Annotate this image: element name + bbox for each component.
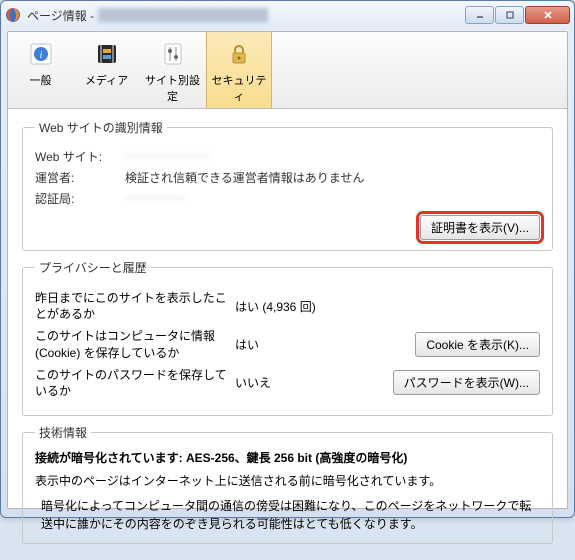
encryption-sub: 表示中のページはインターネット上に送信される前に暗号化されています。 bbox=[35, 472, 540, 489]
window: ページ情報 - ████████████████████ i 一般 メディア サ… bbox=[0, 0, 575, 518]
titlebar: ページ情報 - ████████████████████ bbox=[1, 1, 574, 29]
window-title: ページ情報 - bbox=[27, 7, 94, 24]
visited-label: 昨日までにこのサイトを表示したことがあるか bbox=[35, 290, 235, 322]
passwords-label: このサイトのパスワードを保存しているか bbox=[35, 367, 235, 399]
media-icon bbox=[76, 38, 137, 70]
technical-legend: 技術情報 bbox=[35, 424, 91, 441]
privacy-legend: プライバシーと履歴 bbox=[35, 259, 151, 276]
view-certificate-button[interactable]: 証明書を表示(V)... bbox=[420, 215, 540, 240]
encryption-body: 暗号化によってコンピュータ間の通信の傍受は困難になり、このページをネットワークで… bbox=[35, 497, 540, 533]
visited-value: はい (4,936 回) bbox=[235, 298, 345, 315]
firefox-icon bbox=[5, 7, 21, 23]
cookies-label: このサイトはコンピュータに情報 (Cookie) を保存しているか bbox=[35, 328, 235, 360]
tab-label: セキュリティ bbox=[209, 72, 269, 104]
window-controls bbox=[465, 6, 570, 24]
view-cookies-button[interactable]: Cookie を表示(K)... bbox=[415, 332, 540, 357]
sliders-icon bbox=[142, 38, 203, 70]
tab-label: サイト別設定 bbox=[142, 72, 203, 104]
encryption-headline: 接続が暗号化されています: AES-256、鍵長 256 bit (高強度の暗号… bbox=[35, 449, 540, 466]
tab-label: メディア bbox=[76, 72, 137, 88]
window-title-url: ████████████████████ bbox=[98, 8, 268, 22]
tab-bar: i 一般 メディア サイト別設定 セキュリティ bbox=[8, 32, 567, 109]
website-value: ――――――― bbox=[125, 148, 540, 162]
lock-icon bbox=[209, 38, 269, 70]
ca-label: 認証局: bbox=[35, 190, 125, 207]
maximize-button[interactable] bbox=[495, 6, 524, 24]
ca-value: ――――― bbox=[125, 190, 540, 204]
tab-security[interactable]: セキュリティ bbox=[206, 32, 272, 108]
close-button[interactable] bbox=[525, 6, 570, 24]
tab-general[interactable]: i 一般 bbox=[8, 32, 74, 108]
owner-value: 検証され信頼できる運営者情報はありません bbox=[125, 169, 540, 186]
tab-media[interactable]: メディア bbox=[74, 32, 140, 108]
privacy-section: プライバシーと履歴 昨日までにこのサイトを表示したことがあるか はい (4,93… bbox=[22, 259, 553, 416]
passwords-value: いいえ bbox=[235, 374, 345, 391]
technical-section: 技術情報 接続が暗号化されています: AES-256、鍵長 256 bit (高… bbox=[22, 424, 553, 544]
owner-label: 運営者: bbox=[35, 169, 125, 186]
identity-section: Web サイトの識別情報 Web サイト: ――――――― 運営者: 検証され信… bbox=[22, 119, 553, 251]
content-area: i 一般 メディア サイト別設定 セキュリティ Web サイトの識別情報 Web… bbox=[7, 31, 568, 509]
cookies-value: はい bbox=[235, 336, 345, 353]
security-pane: Web サイトの識別情報 Web サイト: ――――――― 運営者: 検証され信… bbox=[8, 109, 567, 560]
website-label: Web サイト: bbox=[35, 148, 125, 165]
minimize-button[interactable] bbox=[465, 6, 494, 24]
tab-permissions[interactable]: サイト別設定 bbox=[140, 32, 206, 108]
info-icon: i bbox=[10, 38, 71, 70]
view-passwords-button[interactable]: パスワードを表示(W)... bbox=[393, 370, 540, 395]
svg-text:i: i bbox=[39, 50, 42, 61]
identity-legend: Web サイトの識別情報 bbox=[35, 119, 167, 136]
tab-label: 一般 bbox=[10, 72, 71, 88]
